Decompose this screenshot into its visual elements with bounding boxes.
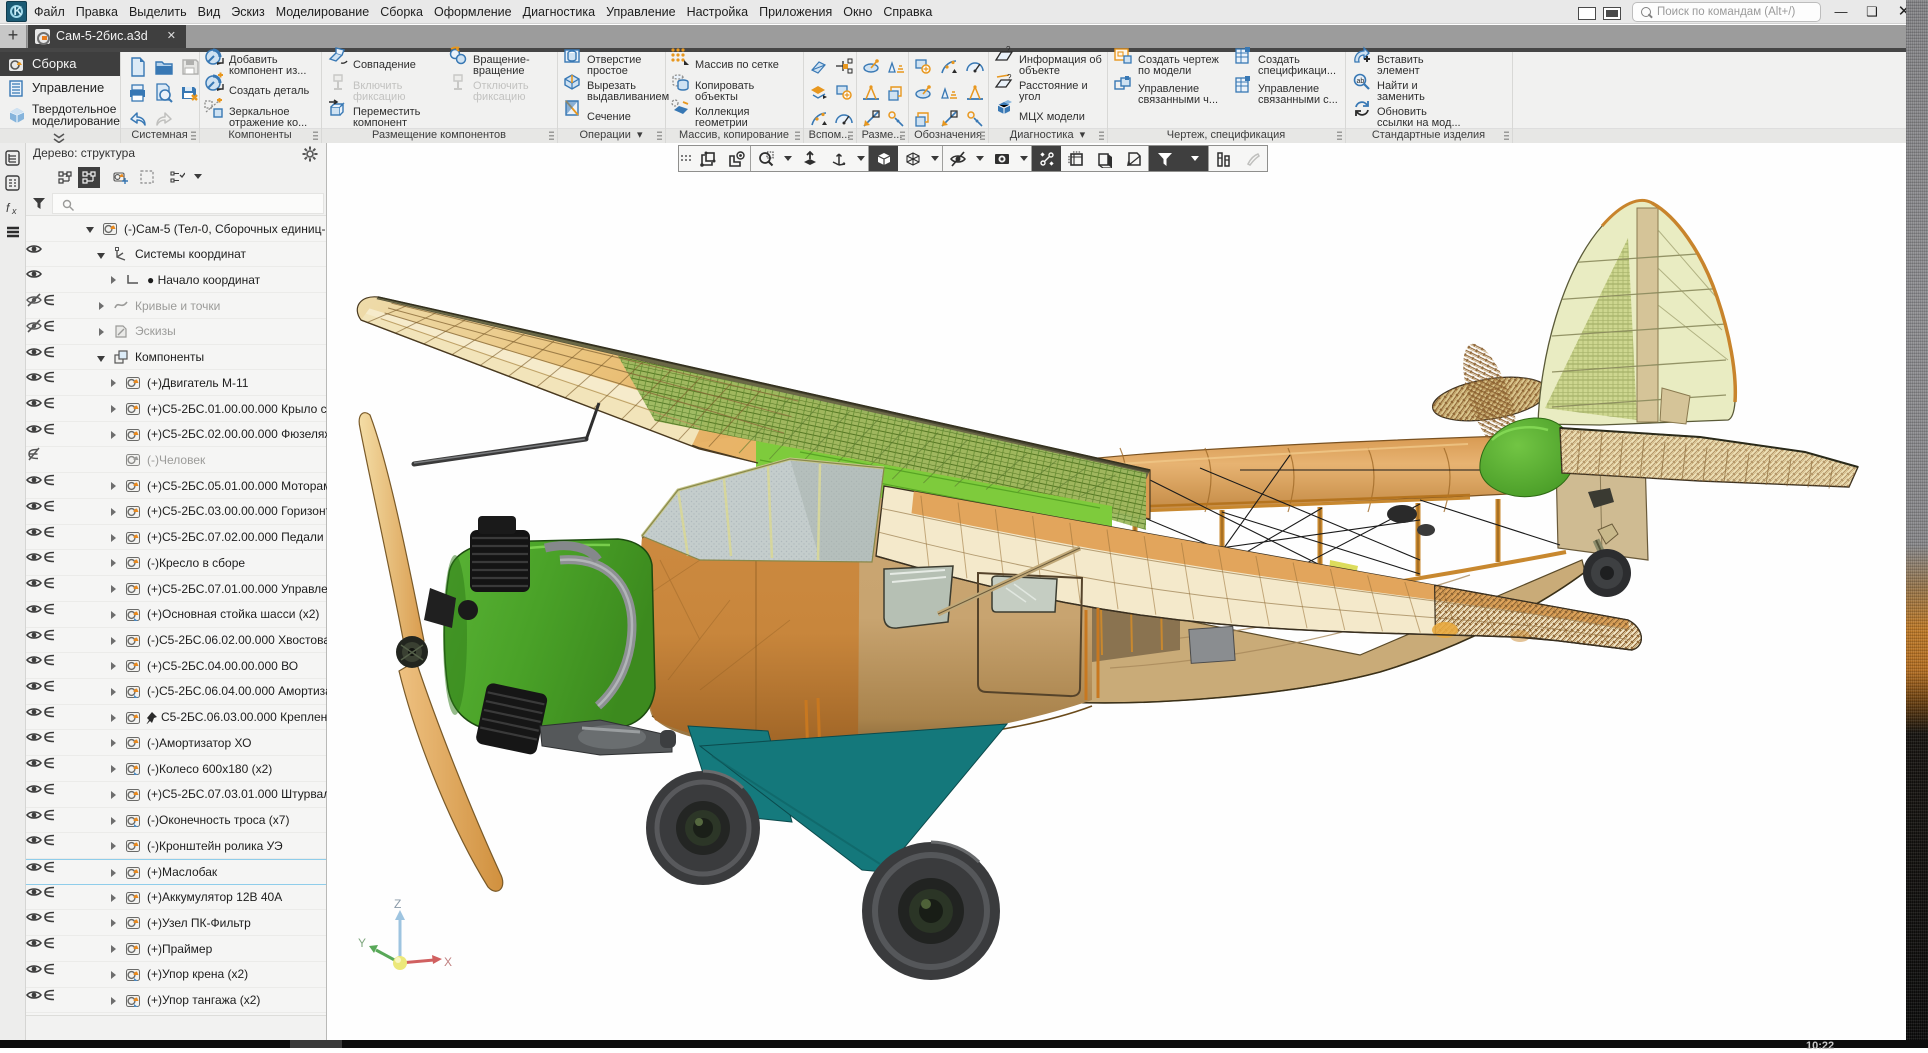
svg-text:f: f xyxy=(6,201,11,215)
svg-text:X: X xyxy=(444,955,452,969)
svg-text:1: 1 xyxy=(65,173,68,179)
svg-text:Y: Y xyxy=(358,936,366,950)
svg-text:?: ? xyxy=(1006,46,1011,54)
svg-text:ab: ab xyxy=(1357,78,1365,85)
svg-text:?: ? xyxy=(1007,73,1012,82)
svg-text:x: x xyxy=(11,206,17,216)
svg-text:Z: Z xyxy=(394,897,401,911)
